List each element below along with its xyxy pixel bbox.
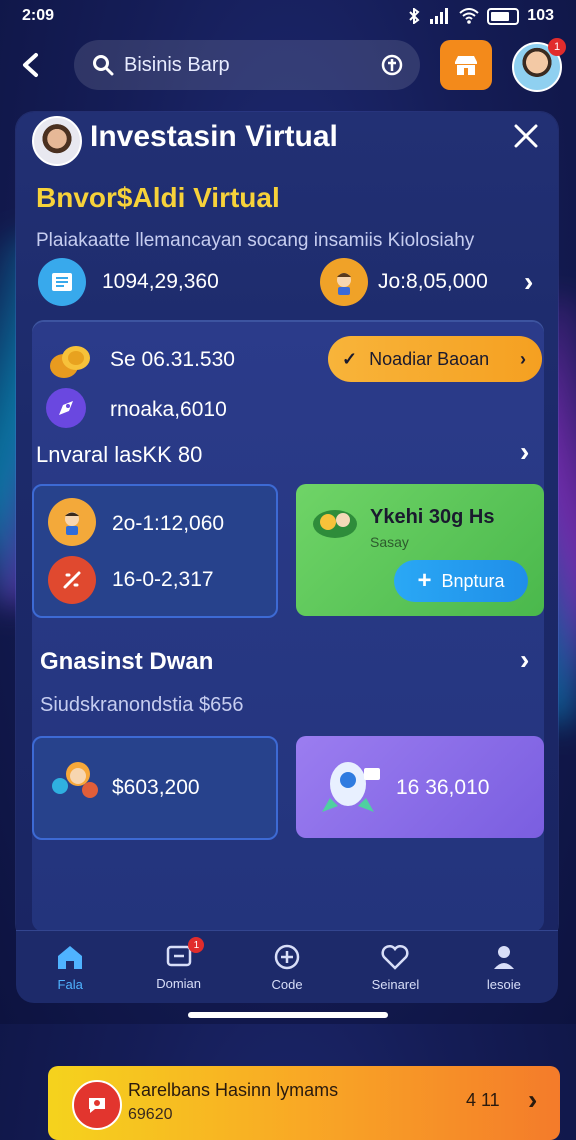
rocket-card-value: 16 36,010	[396, 776, 490, 799]
section2-subtitle: Siudskranondstia $656	[40, 694, 244, 716]
wallet-section: Se 06.31.530 ✓ Noadiar Baoan › rnoaka,60…	[32, 322, 560, 1140]
nav-code[interactable]: Code	[233, 931, 341, 1003]
bluetooth-icon	[409, 8, 420, 24]
status-time: 2:09	[22, 7, 55, 24]
nav-code-label: Code	[271, 976, 303, 992]
search-bar[interactable]: Bisinis Barp	[74, 40, 420, 90]
cta-button[interactable]: ✓ Noadiar Baoan ›	[328, 336, 542, 382]
wallet-icon	[38, 258, 86, 306]
status-bar: 2:09 103	[0, 0, 576, 32]
chevron-right-icon[interactable]: ›	[524, 266, 533, 298]
cta-label: Noadiar Baoan	[369, 348, 490, 369]
promo-banner[interactable]: Rarelbans Hasinn lymams 69620 4 11 ›	[48, 1066, 560, 1140]
nav-profile-label: lesoie	[486, 976, 521, 992]
profile-icon	[493, 945, 514, 969]
capture-button[interactable]: + Bnptura	[394, 560, 528, 602]
coins-icon	[50, 346, 90, 378]
plus-circle-icon	[274, 944, 300, 969]
nav-favorites[interactable]: Seinarel	[341, 931, 449, 1003]
stat-left-value: 1094,29,360	[102, 270, 219, 293]
heart-icon	[381, 944, 409, 970]
rocket-card[interactable]: 16 36,010	[296, 736, 544, 838]
section-label: Lnvaral lasKK 80	[36, 442, 203, 467]
card-value-2: 16-0-2,317	[112, 568, 214, 591]
tag-icon	[48, 556, 96, 604]
panel-title: Investasin Virtual	[90, 120, 338, 153]
promo-subtitle: Sasay	[370, 534, 409, 550]
nav-home[interactable]: Fala	[16, 931, 124, 1003]
back-arrow-icon[interactable]	[16, 50, 46, 80]
promo-card[interactable]: Ykehi 30g Hs Sasay + Bnptura	[296, 484, 544, 616]
close-icon[interactable]	[512, 122, 540, 150]
capture-button-label: Bnptura	[441, 570, 505, 591]
nav-domain[interactable]: 1 Domian	[124, 931, 232, 1003]
status-icons: 103	[407, 7, 554, 25]
battery-icon	[487, 7, 520, 25]
chevron-right-icon: ›	[520, 348, 526, 369]
savings-value: $603,200	[112, 776, 200, 799]
stat-right-value: Jo:8,05,000	[378, 270, 488, 293]
savings-card[interactable]: $603,200	[32, 736, 278, 840]
home-icon	[58, 945, 83, 969]
section-title: Bnvor$Aldi Virtual	[36, 182, 280, 213]
home-indicator[interactable]	[188, 1012, 388, 1018]
banner-subtitle: 69620	[128, 1106, 173, 1123]
store-icon	[455, 56, 477, 75]
search-input[interactable]: Bisinis Barp	[124, 54, 230, 77]
rocket-ship-icon	[322, 762, 380, 812]
person-icon	[48, 498, 96, 546]
gift-icon	[313, 510, 357, 538]
nav-profile[interactable]: lesoie	[450, 931, 558, 1003]
profile-avatar[interactable]: 1	[512, 38, 566, 92]
store-button[interactable]	[440, 40, 492, 90]
banner-value: 4 11	[466, 1090, 500, 1110]
plus-icon: +	[417, 567, 432, 594]
banner-title: Rarelbans Hasinn lymams	[128, 1080, 339, 1100]
chevron-right-icon: ›	[528, 1084, 538, 1115]
bottom-navigation: Fala 1 Domian Code Seinarel lesoie	[16, 930, 558, 1003]
chevron-right-icon[interactable]: ›	[520, 436, 529, 468]
promo-title: Ykehi 30g Hs	[370, 506, 495, 528]
section-subtitle: Plaiakaatte llemancayan socang insamiis …	[36, 230, 475, 251]
rocket-icon	[46, 388, 86, 428]
search-icon	[93, 55, 114, 76]
microphone-icon[interactable]	[380, 53, 404, 77]
character-icon	[320, 258, 368, 306]
nav-domain-label: Domian	[156, 975, 201, 991]
wifi-icon	[459, 8, 479, 24]
coins-value: Se 06.31.530	[110, 348, 235, 371]
panel-avatar	[32, 116, 82, 166]
chat-icon	[72, 1080, 122, 1130]
nav-home-label: Fala	[57, 976, 83, 992]
family-icon	[52, 762, 98, 798]
nav-favorites-label: Seinarel	[371, 976, 420, 992]
rocket-value: rnoaka,6010	[110, 398, 227, 421]
balance-card[interactable]: 2o-1:12,060 16-0-2,317	[32, 484, 278, 618]
section2-title: Gnasinst Dwan	[40, 648, 214, 675]
investment-panel: Investasin Virtual Bnvor$Aldi Virtual Pl…	[16, 112, 560, 1140]
chevron-right-icon[interactable]: ›	[520, 644, 529, 676]
stats-row[interactable]: 1094,29,360 Jo:8,05,000 ›	[16, 256, 558, 312]
check-icon: ✓	[342, 348, 358, 369]
battery-level: 103	[527, 7, 554, 24]
signal-icon	[430, 8, 449, 24]
top-bar: Bisinis Barp 1	[0, 38, 576, 92]
nav-notification-badge: 1	[188, 937, 205, 953]
card-value-1: 2o-1:12,060	[112, 512, 225, 535]
notification-badge: 1	[548, 38, 566, 56]
